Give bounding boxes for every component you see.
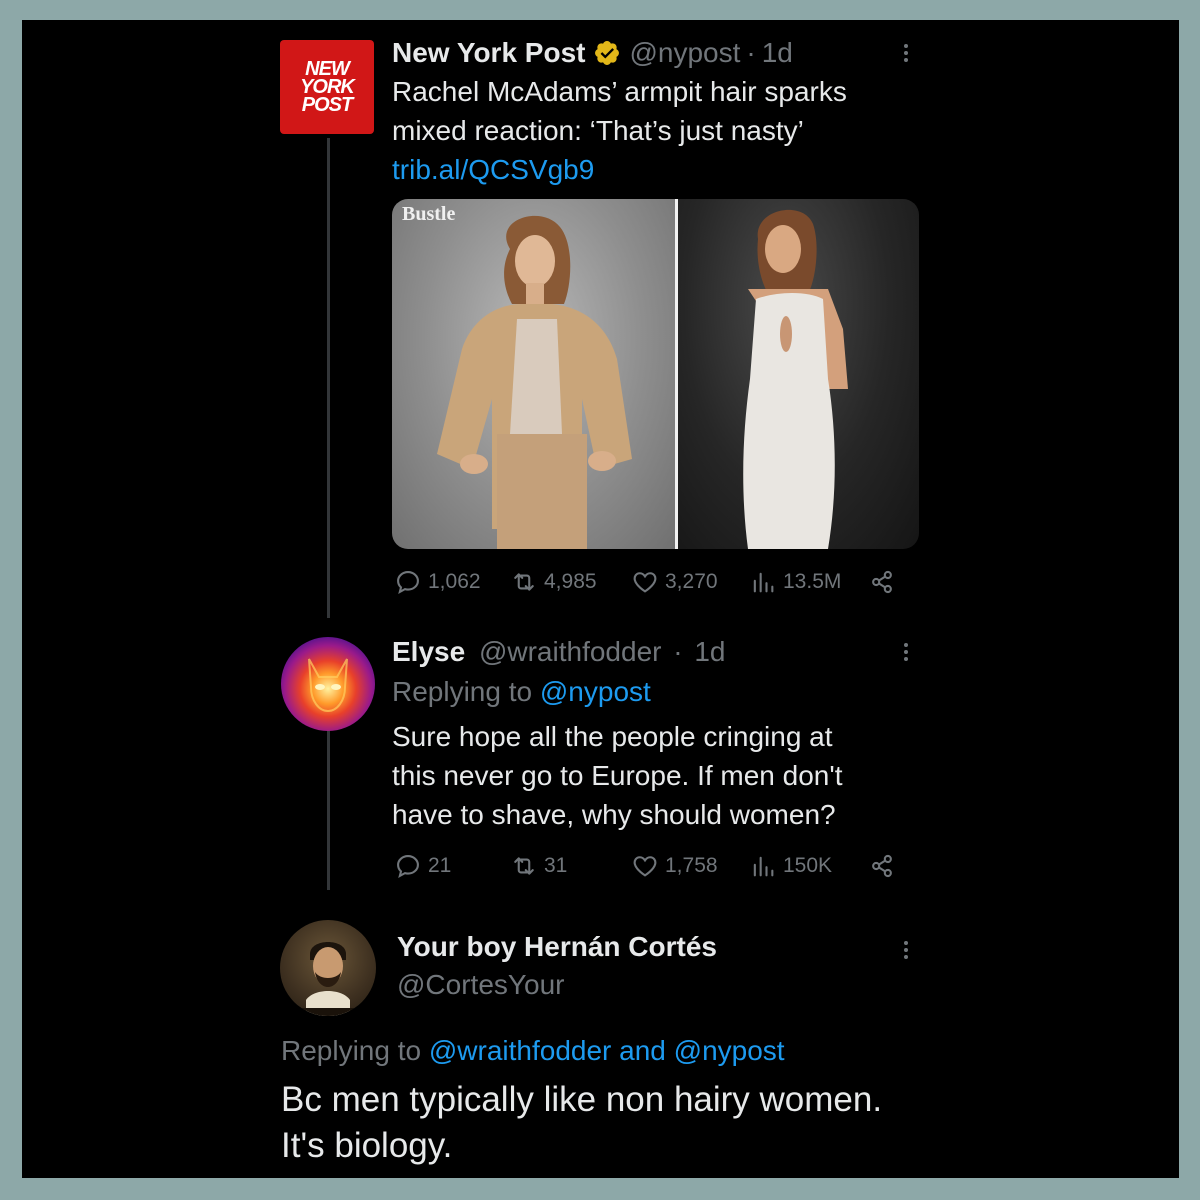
reply-icon (397, 571, 419, 594)
elyse-avatar[interactable] (281, 637, 375, 731)
tweet-text-line: mixed reaction: ‘That’s just nasty’ (392, 115, 804, 146)
views-button[interactable]: 13.5M (749, 568, 841, 596)
separator: · (746, 37, 756, 68)
more-icon (904, 941, 908, 959)
share-button[interactable] (868, 568, 896, 596)
replying-to: Replying to @nypost (392, 673, 651, 711)
more-options-button[interactable] (891, 637, 921, 667)
replying-prefix: Replying to (281, 1035, 422, 1066)
tweet-header: Elyse @wraithfodder · 1d (392, 632, 726, 672)
views-button[interactable]: 150K (749, 852, 832, 880)
tweet-media[interactable]: Bustle (392, 199, 919, 549)
woman-in-suit-figure (437, 215, 632, 549)
tweet-text-line: Sure hope all the people cringing at (392, 721, 833, 752)
tweet-text-line: Bc men typically like non hairy women. (281, 1080, 883, 1119)
reply-count: 1,062 (428, 570, 481, 593)
repost-count: 31 (544, 854, 568, 877)
repost-count: 4,985 (544, 570, 597, 593)
photo-left: Bustle (392, 199, 675, 549)
more-options-button[interactable] (891, 38, 921, 68)
thread-line (327, 730, 330, 890)
like-button[interactable]: 1,758 (631, 852, 718, 880)
handle[interactable]: @CortesYour (397, 965, 564, 1005)
tweet-text-line: this never go to Europe. If men don't (392, 760, 843, 791)
timestamp[interactable]: 1d (762, 33, 793, 73)
replying-to: Replying to @wraithfodder and @nypost (281, 1032, 785, 1070)
handle[interactable]: @wraithfodder (479, 636, 662, 667)
share-icon (872, 854, 892, 878)
nypost-logo-line: POST (301, 94, 353, 116)
photo-right (678, 199, 919, 549)
repost-icon (514, 573, 534, 591)
repost-icon (514, 857, 534, 875)
views-count: 150K (783, 854, 833, 877)
replying-to-handles[interactable]: @wraithfodder and @nypost (429, 1035, 785, 1066)
share-icon (872, 570, 892, 594)
separator: · (673, 636, 683, 667)
display-name[interactable]: Your boy Hernán Cortés (397, 927, 717, 967)
woman-in-white-dress-figure (743, 209, 848, 549)
reply-button[interactable]: 1,062 (394, 568, 481, 596)
thread-line (327, 138, 330, 618)
more-icon (904, 44, 908, 62)
more-options-button[interactable] (891, 935, 921, 965)
more-icon (904, 643, 908, 661)
heart-icon (633, 856, 657, 877)
like-button[interactable]: 3,270 (631, 568, 718, 596)
reply-count: 21 (428, 854, 452, 877)
views-count: 13.5M (783, 570, 842, 593)
cortes-avatar[interactable] (280, 920, 376, 1016)
repost-button[interactable]: 4,985 (510, 568, 597, 596)
tweet-header: New York Post @nypost · 1d (392, 33, 793, 73)
tweet-link[interactable]: trib.al/QCSVgb9 (392, 150, 594, 189)
replying-to-handle[interactable]: @nypost (540, 676, 651, 707)
heart-icon (633, 572, 657, 593)
thermal-cat-icon (308, 658, 348, 713)
reply-button[interactable]: 21 (394, 852, 451, 880)
reply-icon (397, 855, 419, 878)
display-name[interactable]: Elyse (392, 636, 465, 667)
handle[interactable]: @nypost (629, 33, 740, 73)
like-count: 3,270 (665, 570, 718, 593)
display-name[interactable]: New York Post (392, 33, 585, 73)
repost-button[interactable]: 31 (510, 852, 567, 880)
tweet-text-line: It's biology. (281, 1126, 453, 1165)
portrait-icon (300, 942, 356, 1016)
views-icon (753, 572, 774, 593)
tweet-text-line: have to shave, why should women? (392, 799, 836, 830)
nypost-avatar[interactable]: NEW YORK POST (280, 40, 374, 134)
screenshot-panel: NEW YORK POST New York Post @nypost · 1d… (22, 20, 1179, 1178)
timestamp[interactable]: 1d (694, 636, 725, 667)
like-count: 1,758 (665, 854, 718, 877)
replying-prefix: Replying to (392, 676, 533, 707)
tweet-text-line: Rachel McAdams’ armpit hair sparks (392, 76, 847, 107)
verified-badge-icon (593, 39, 621, 67)
views-icon (753, 856, 774, 877)
share-button[interactable] (868, 852, 896, 880)
